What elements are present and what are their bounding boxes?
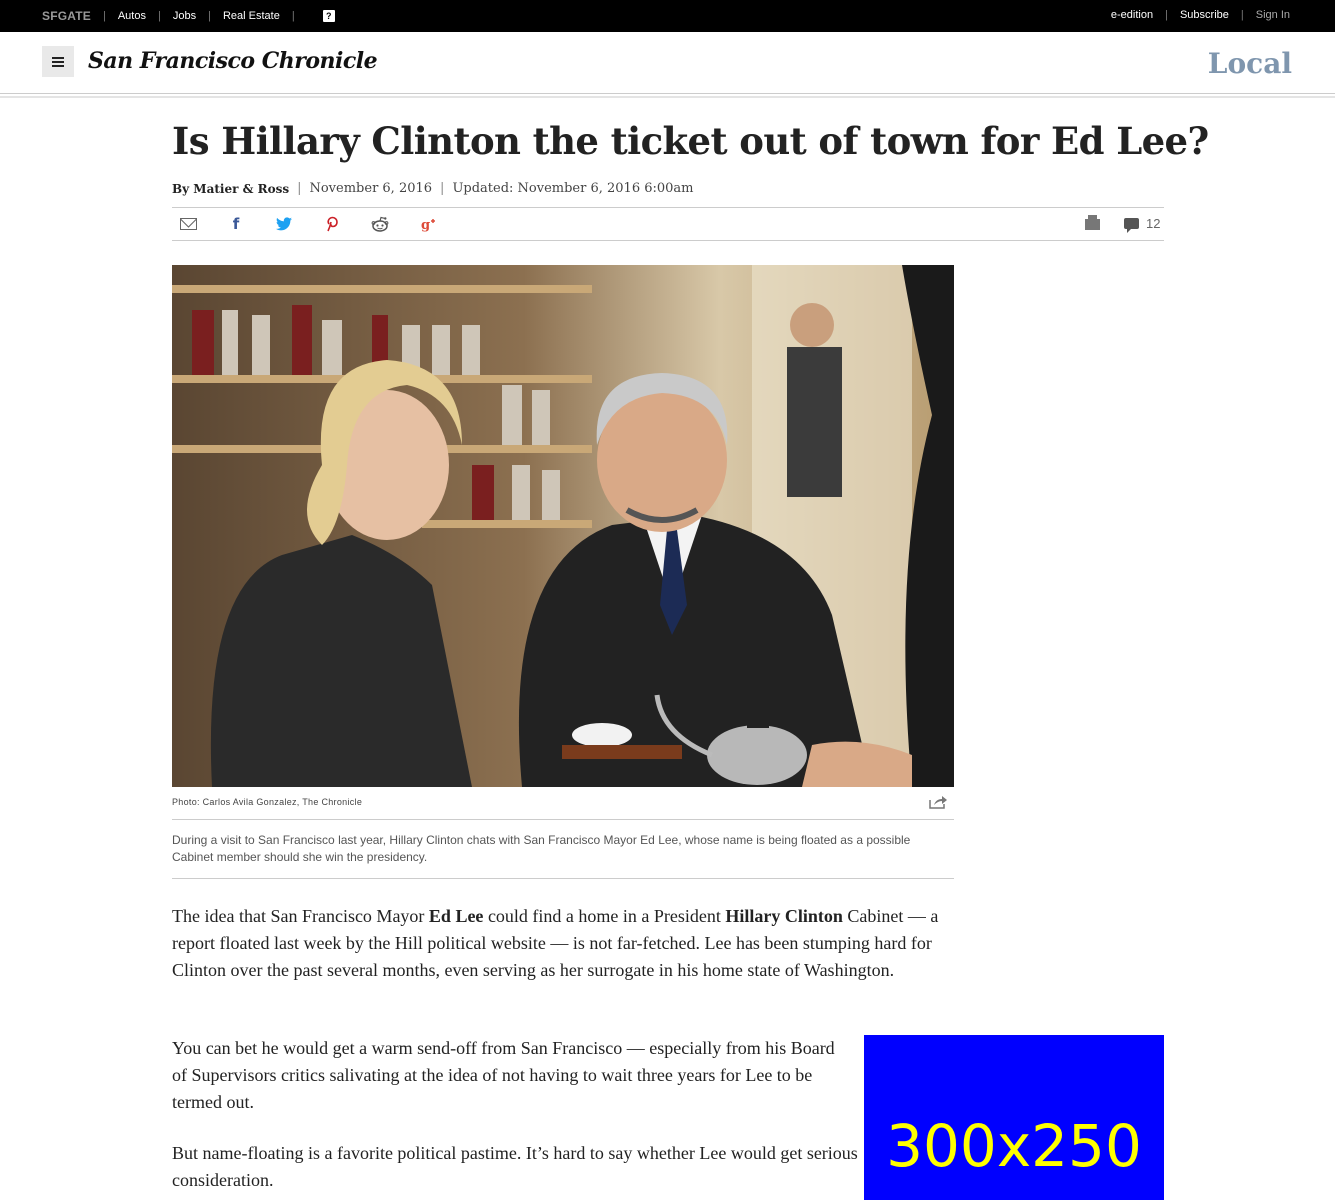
share-bar: f g 12 [172, 207, 1164, 241]
comments-link[interactable]: 12 [1124, 216, 1161, 233]
help-icon[interactable]: ? [322, 10, 335, 22]
photo-caption: During a visit to San Francisco last yea… [172, 833, 911, 864]
ed-lee-link[interactable]: Ed Lee [429, 906, 484, 926]
svg-text:g: g [421, 218, 430, 232]
divider [172, 819, 954, 820]
separator: | [297, 181, 302, 196]
e-edition-link[interactable]: e-edition [1111, 9, 1153, 21]
twitter-icon[interactable] [275, 216, 293, 232]
separator: | [1240, 9, 1244, 21]
byline: By Matier & Ross | November 6, 2016 | Up… [172, 181, 694, 196]
jobs-link[interactable]: Jobs [173, 10, 196, 22]
top-nav-right: e-edition | Subscribe | Sign In [1111, 9, 1290, 21]
site-logo[interactable]: San Francisco Chronicle [88, 48, 378, 74]
sign-in-link[interactable]: Sign In [1256, 9, 1290, 21]
comment-count: 12 [1146, 216, 1161, 231]
facebook-icon[interactable]: f [227, 215, 245, 233]
sfgate-link[interactable]: SFGATE [42, 9, 91, 23]
top-nav-left: SFGATE | Autos | Jobs | Real Estate | ? [42, 9, 335, 23]
real-estate-link[interactable]: Real Estate [223, 10, 280, 22]
article-photo[interactable] [172, 265, 954, 787]
autos-link[interactable]: Autos [118, 10, 146, 22]
divider [172, 878, 954, 879]
google-plus-icon[interactable]: g [419, 216, 437, 232]
updated-date: Updated: November 6, 2016 6:00am [452, 181, 694, 196]
divider [0, 93, 1335, 94]
hillary-clinton-link[interactable]: Hillary Clinton [725, 906, 843, 926]
publish-date: November 6, 2016 [309, 181, 433, 196]
menu-icon[interactable] [42, 46, 74, 77]
section-title[interactable]: Local [1208, 47, 1292, 80]
mail-icon[interactable] [179, 216, 197, 232]
subscribe-link[interactable]: Subscribe [1180, 9, 1229, 21]
paragraph-text: could find a home in a President [483, 906, 726, 926]
separator: | [440, 181, 445, 196]
pinterest-icon[interactable] [323, 216, 341, 232]
paragraph-text: The idea that San Francisco Mayor [172, 906, 429, 926]
separator: | [291, 10, 295, 22]
author-link[interactable]: By Matier & Ross [172, 182, 289, 196]
top-nav-bar: SFGATE | Autos | Jobs | Real Estate | ? … [0, 0, 1335, 32]
separator: | [157, 10, 161, 22]
divider [0, 96, 1335, 98]
separator: | [102, 10, 106, 22]
separator: | [1165, 9, 1168, 21]
comment-icon [1124, 218, 1139, 233]
article-paragraph: But name-floating is a favorite politica… [172, 1143, 858, 1190]
article-paragraph: The idea that San Francisco Mayor Ed Lee… [172, 903, 962, 984]
ad-banner[interactable]: 300x250 [864, 1035, 1164, 1200]
article-paragraph: You can bet he would get a warm send-off… [172, 1038, 835, 1112]
print-icon[interactable] [1083, 214, 1101, 232]
share-photo-icon[interactable] [929, 795, 947, 809]
article-headline: Is Hillary Clinton the ticket out of tow… [172, 119, 1209, 163]
separator: | [208, 10, 211, 22]
masthead: San Francisco Chronicle Local [0, 32, 1335, 94]
photo-credit: Photo: Carlos Avila Gonzalez, The Chroni… [172, 797, 363, 807]
reddit-icon[interactable] [371, 216, 389, 232]
